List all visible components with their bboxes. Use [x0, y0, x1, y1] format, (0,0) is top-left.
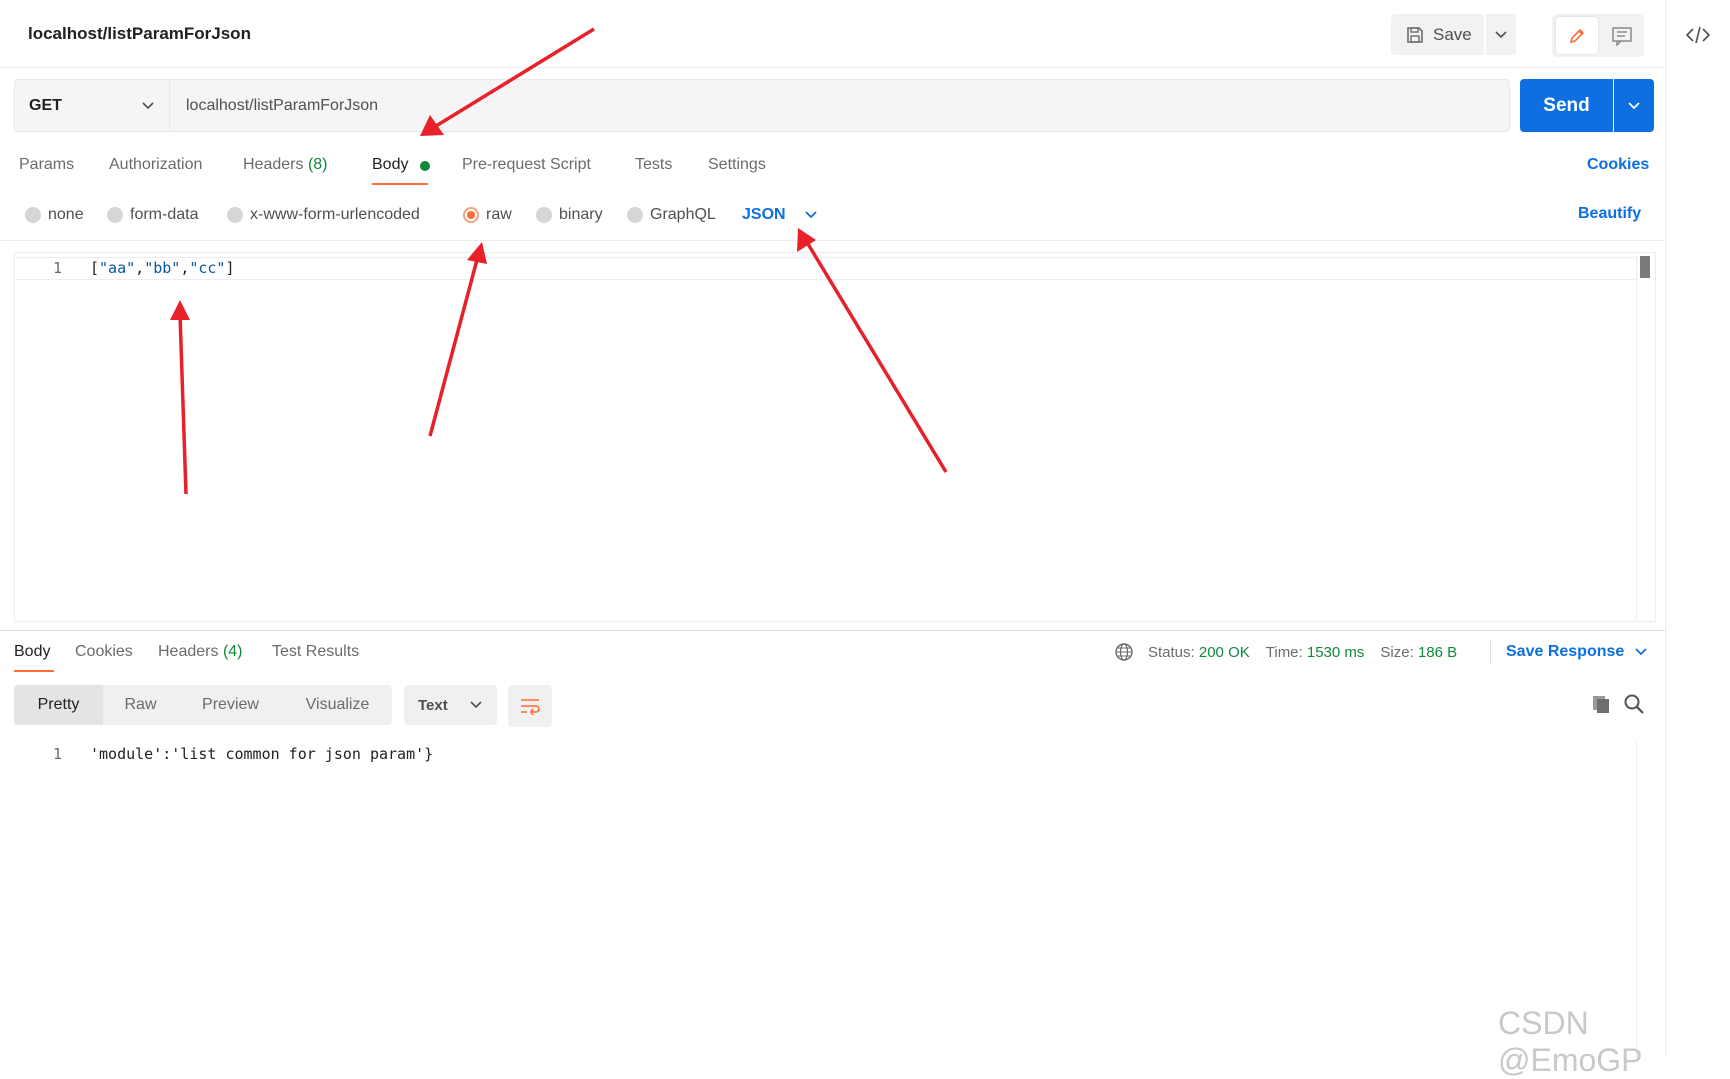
annotation-arrow-body-tab [420, 27, 595, 136]
annotation-arrows [170, 27, 948, 495]
annotation-arrow-json [797, 228, 948, 473]
watermark: CSDN @EmoGP [1498, 1005, 1643, 1078]
annotation-arrow-editor [170, 300, 190, 495]
annotation-arrow-raw [428, 242, 487, 437]
